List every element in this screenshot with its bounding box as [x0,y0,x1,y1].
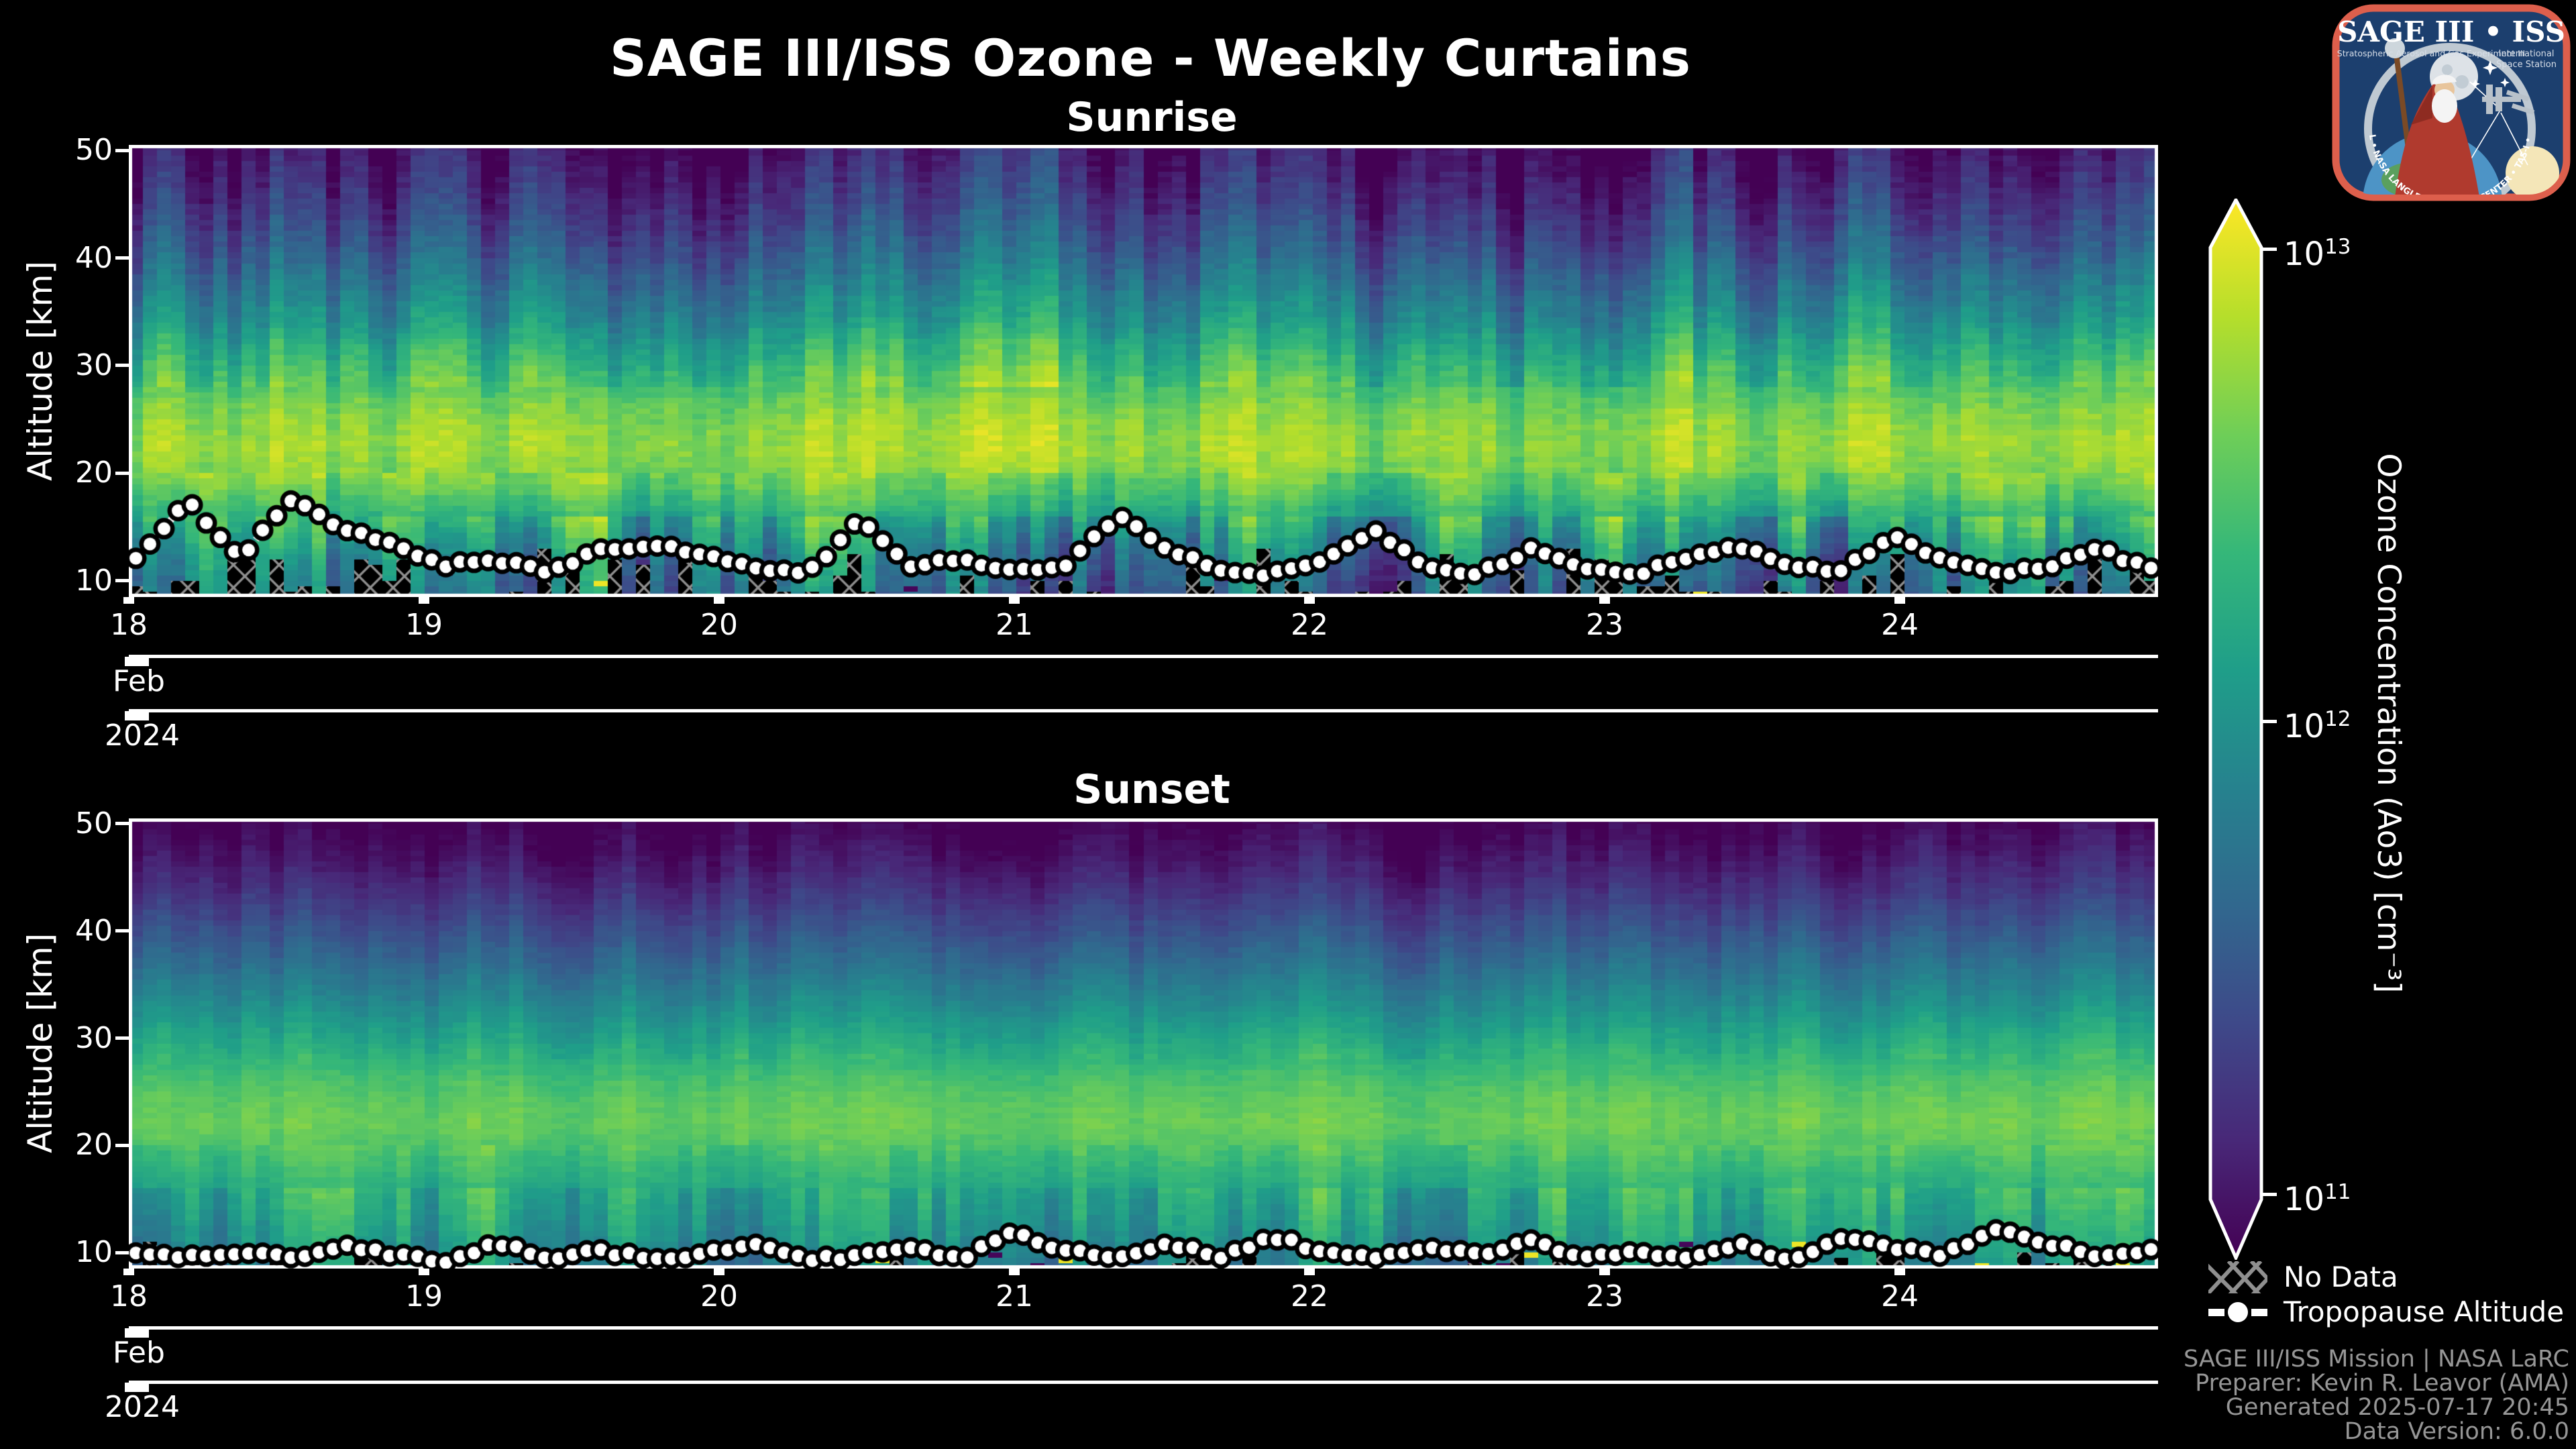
panel-title-sunset: Sunset [883,766,1420,813]
x-tick-mark [1304,597,1315,604]
x-tick-label: 18 [82,1279,176,1314]
x-tick-label: 20 [672,608,766,643]
x-axis-month-line [129,1326,2158,1330]
legend-tropopause-label: Tropopause Altitude [2284,1293,2564,1331]
x-tick-label: 21 [967,1279,1061,1314]
y-tick-mark [115,256,129,260]
x-tick-mark [1304,1269,1315,1275]
y-tick-mark [115,1251,129,1254]
footer-preparer: Preparer: Kevin R. Leavor (AMA) [2184,1371,2569,1395]
x-axis-year-line [129,1381,2158,1384]
sunset-curtain-canvas [129,818,2158,1269]
x-tick-label: 21 [967,608,1061,643]
y-tick-label: 30 [5,348,113,383]
x-tick-mark [1009,597,1020,604]
colorbar [2208,199,2263,1260]
colorbar-tick-label: 1011 [2284,1174,2351,1218]
x-tick-label: 22 [1263,1279,1356,1314]
y-tick-label: 40 [5,241,113,276]
x-tick-label: 19 [377,608,471,643]
x-tick-mark [714,597,724,604]
page-title: SAGE III/ISS Ozone - Weekly Curtains [402,28,1898,88]
x-tick-label: 22 [1263,608,1356,643]
sunset-plot [129,818,2158,1269]
x-tick-label: 20 [672,1279,766,1314]
x-axis-month-line [129,655,2158,658]
y-tick-mark [115,1144,129,1147]
sage-iss-mission-logo: BALL • NASA LANGLEY RESEARCH CENTER • TA… [2332,4,2571,201]
x-tick-mark [1009,1269,1020,1275]
figure: SAGE III/ISS Ozone - Weekly Curtains Sun… [0,0,2576,1449]
y-tick-label: 30 [5,1021,113,1056]
x-axis-month-label: Feb [113,1336,165,1371]
tropopause-marker-icon [2208,1296,2267,1328]
x-axis-year-label: 2024 [105,1390,180,1425]
x-tick-label: 18 [82,608,176,643]
colorbar-tick-label: 1013 [2284,229,2351,272]
x-tick-label: 23 [1558,608,1652,643]
y-tick-label: 50 [5,806,113,841]
y-tick-label: 20 [5,1128,113,1163]
x-axis-month-label: Feb [113,664,165,699]
y-tick-mark [115,1036,129,1040]
logo-subtitle-right-2: Space Station [2496,60,2557,70]
colorbar-tick-mark [2262,720,2277,723]
x-tick-label: 24 [1853,1279,1947,1314]
colorbar-arrow-bar [2210,200,2261,1258]
footer: SAGE III/ISS Mission | NASA LaRC Prepare… [2184,1347,2569,1444]
colorbar-tick-label: 1012 [2284,701,2351,745]
logo-subtitle-right-1: International [2499,49,2555,59]
sunrise-curtain-canvas [129,145,2158,597]
x-axis-year-label: 2024 [105,718,180,753]
x-tick-label: 19 [377,1279,471,1314]
y-tick-label: 50 [5,133,113,168]
logo-subtitle-left: Stratospheric Aerosol and Gas Experiment… [2337,48,2525,58]
y-tick-mark [115,149,129,152]
y-tick-mark [115,364,129,367]
sunrise-plot [129,145,2158,597]
y-tick-label: 10 [5,1235,113,1270]
no-data-hatch-icon [2208,1261,2267,1293]
x-tick-mark [1599,597,1610,604]
y-tick-label: 40 [5,914,113,949]
x-tick-mark [419,597,429,604]
x-tick-label: 24 [1853,608,1947,643]
y-tick-mark [115,579,129,582]
y-tick-mark [115,929,129,932]
y-tick-mark [115,472,129,475]
panel-title-sunrise: Sunrise [883,94,1420,141]
x-tick-mark [419,1269,429,1275]
x-tick-mark [1894,597,1905,604]
x-tick-mark [1599,1269,1610,1275]
x-tick-mark [123,1269,134,1275]
colorbar-tick-mark [2262,248,2277,251]
y-tick-label: 10 [5,564,113,598]
colorbar-label: Ozone Concentration (Ao3) [cm⁻³] [2367,186,2410,1260]
footer-data-version: Data Version: 6.0.0 [2184,1419,2569,1444]
colorbar-tick-mark [2262,1193,2277,1196]
y-tick-mark [115,822,129,825]
logo-title: SAGE III • ISS [2337,15,2565,48]
x-tick-mark [714,1269,724,1275]
x-tick-mark [1894,1269,1905,1275]
y-tick-label: 20 [5,455,113,490]
footer-mission: SAGE III/ISS Mission | NASA LaRC [2184,1347,2569,1371]
x-axis-year-line [129,709,2158,712]
x-tick-mark [123,597,134,604]
legend-no-data-label: No Data [2284,1258,2398,1296]
x-tick-label: 23 [1558,1279,1652,1314]
footer-generated: Generated 2025-07-17 20:45 [2184,1395,2569,1419]
